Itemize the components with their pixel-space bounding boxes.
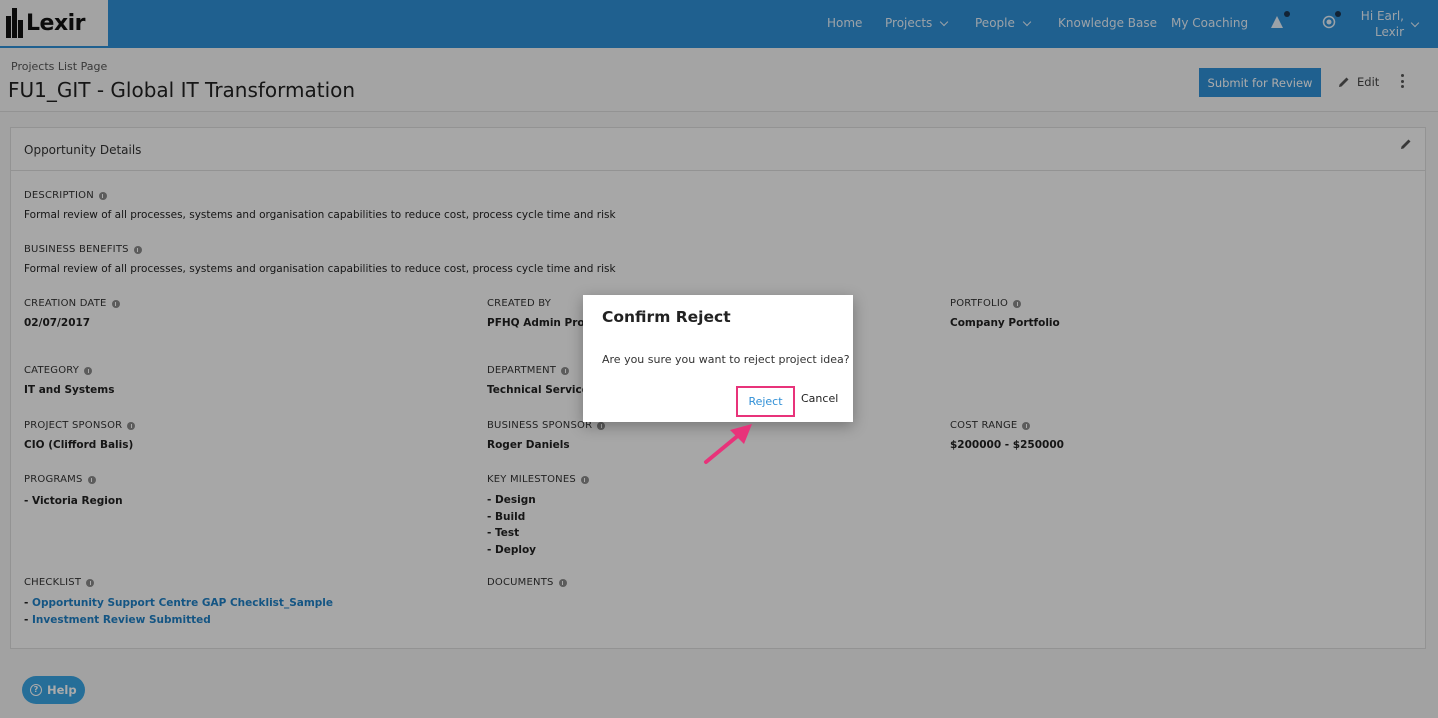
confirm-reject-dialog: Confirm Reject Are you sure you want to …	[583, 295, 853, 422]
cancel-button[interactable]: Cancel	[801, 392, 838, 405]
reject-button[interactable]: Reject	[736, 386, 795, 417]
pointer-arrow-icon	[704, 424, 752, 464]
dialog-message: Are you sure you want to reject project …	[602, 353, 850, 366]
dialog-title: Confirm Reject	[602, 308, 731, 326]
